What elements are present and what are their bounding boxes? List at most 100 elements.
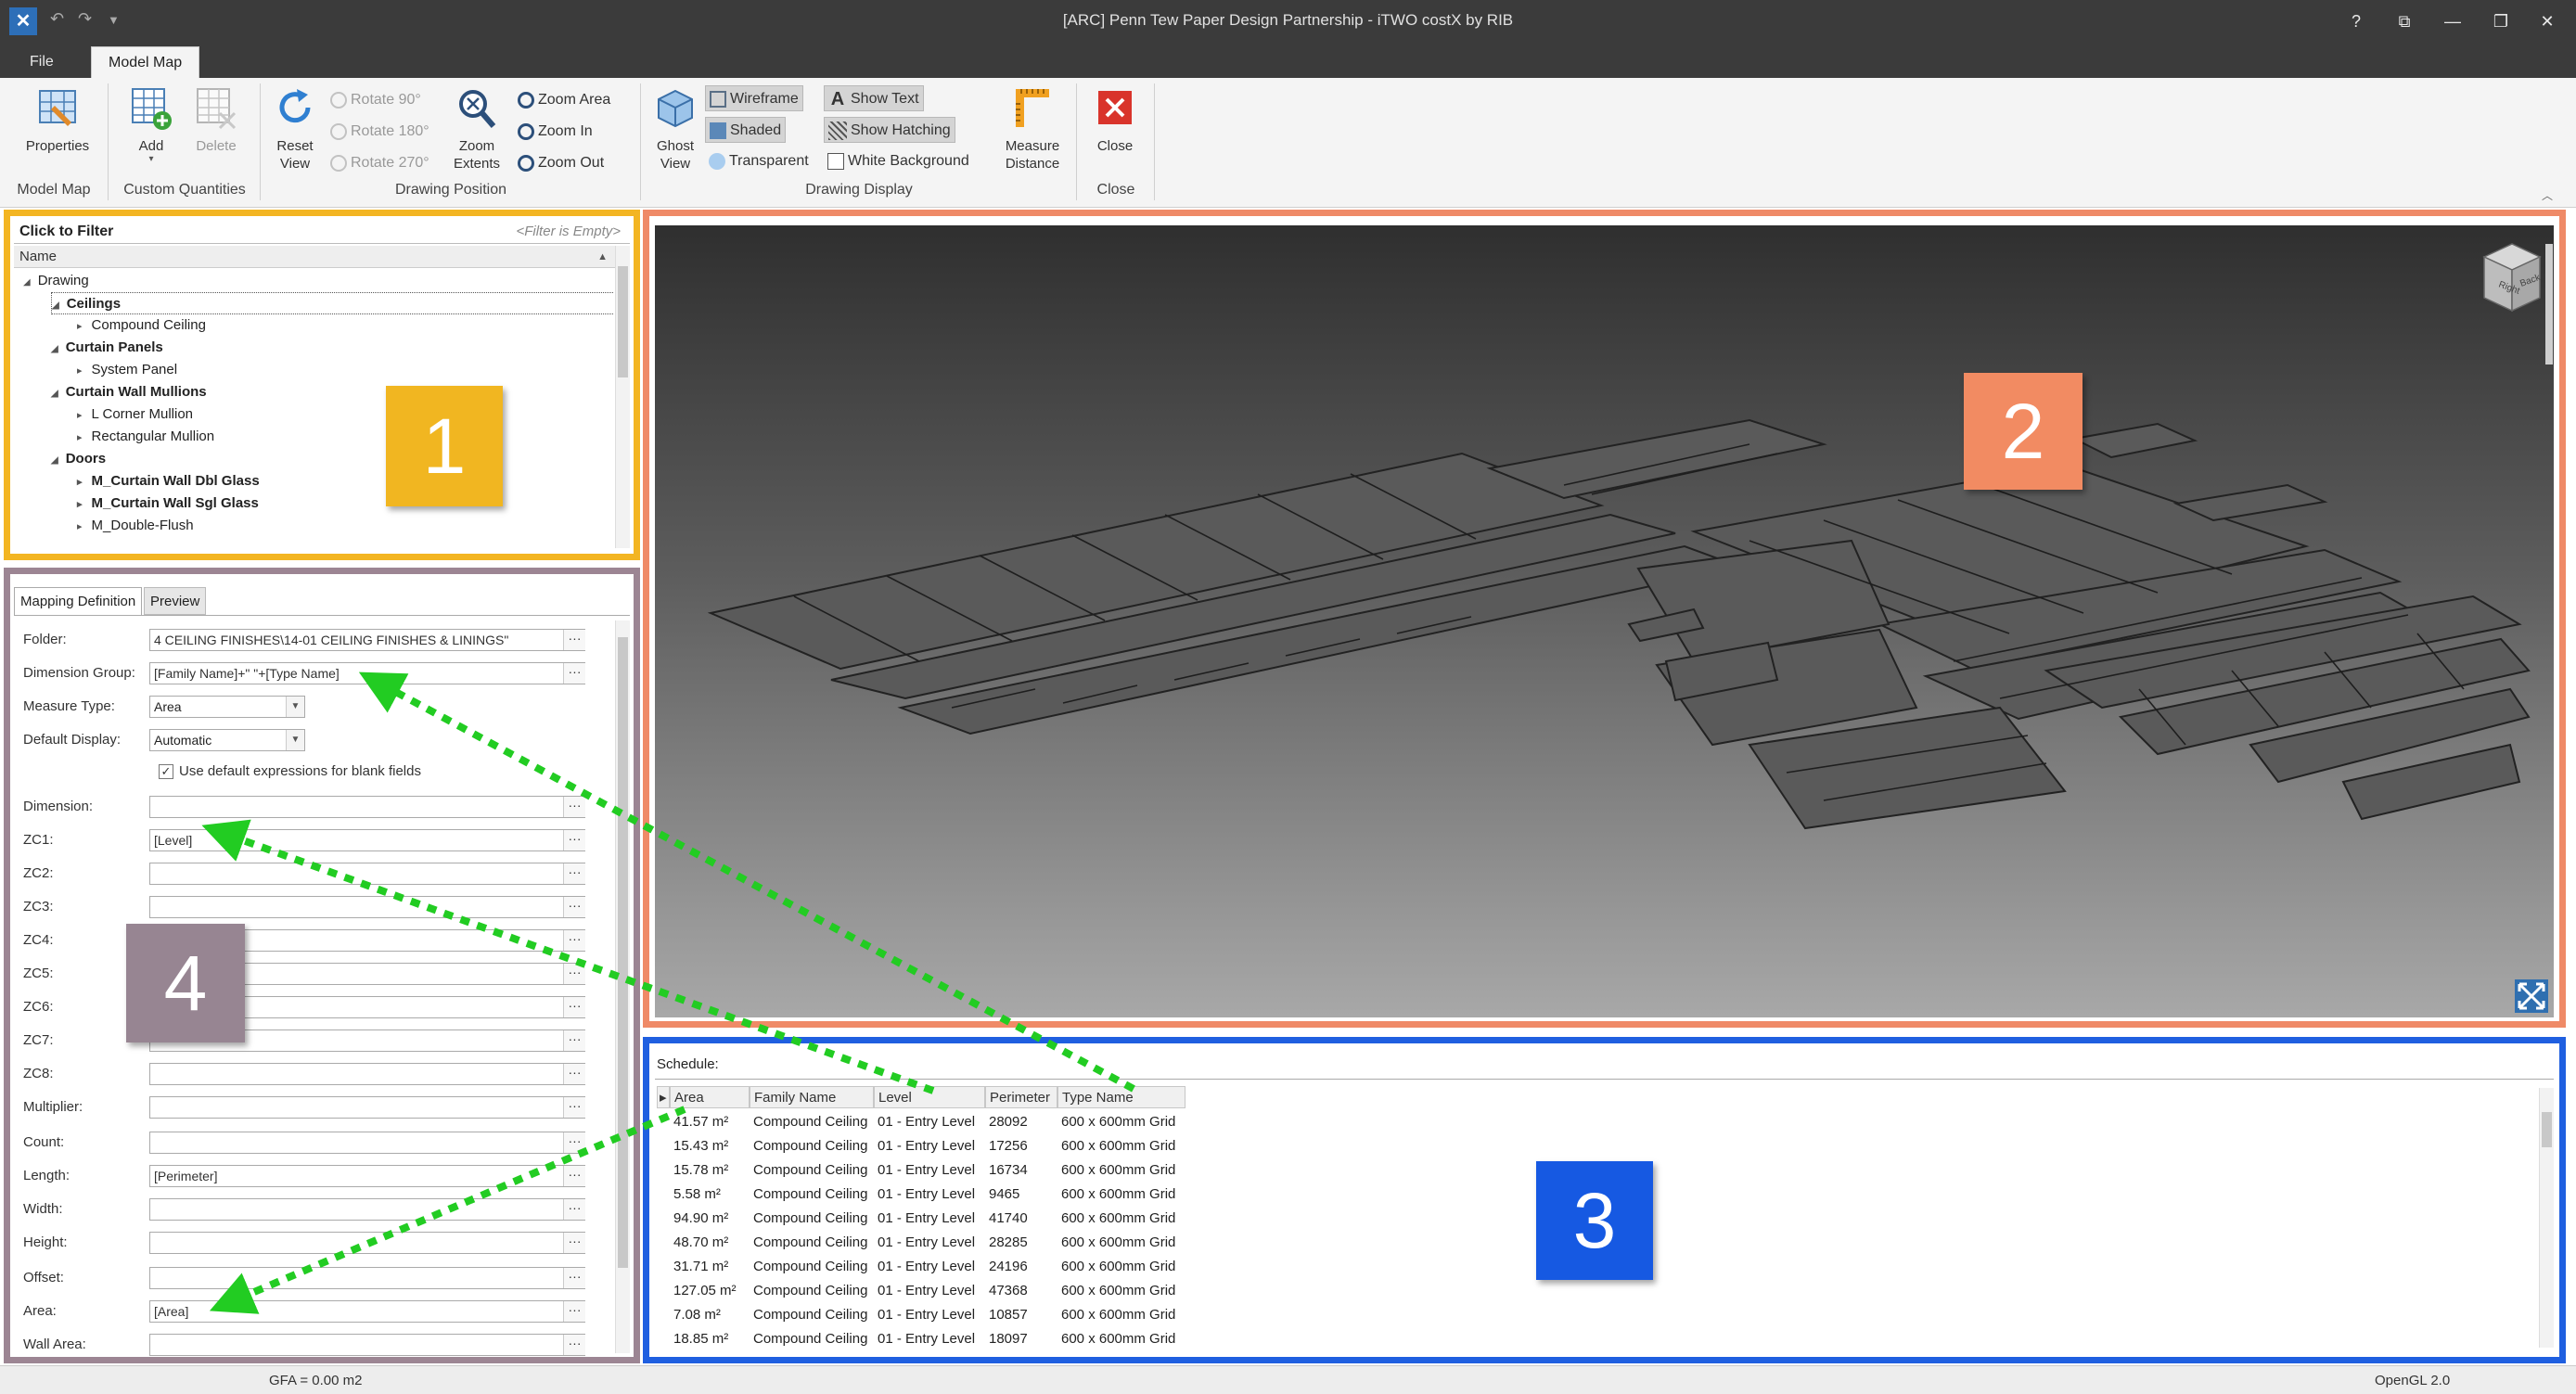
tree-node[interactable]: ▸ Compound Ceiling [77, 314, 206, 337]
length-field[interactable]: [Perimeter] [149, 1165, 585, 1187]
reset-view-button[interactable]: Reset View [265, 85, 325, 173]
table-row[interactable]: 7.08 m² Compound Ceiling 01 - Entry Level 1… [657, 1303, 1185, 1327]
ellipsis-button[interactable]: ··· [563, 863, 585, 884]
tab-model-map[interactable]: Model Map [91, 46, 200, 78]
area-field[interactable]: [Area] [149, 1300, 585, 1323]
tree-node[interactable]: ▸ M_Double-Flush [77, 515, 194, 537]
tree-node[interactable]: ▸ Rectangular Mullion [77, 426, 214, 448]
tree-node[interactable]: ◢ Curtain Wall Mullions [51, 381, 207, 403]
mapping-scrollbar[interactable] [615, 620, 630, 1353]
tab-mapping-definition[interactable]: Mapping Definition [14, 587, 143, 615]
transparent-button[interactable]: Transparent [705, 148, 813, 174]
table-row[interactable]: 127.05 m² Compound Ceiling 01 - Entry Leve… [657, 1279, 1185, 1303]
wireframe-button[interactable]: Wireframe [705, 85, 803, 111]
collapsed-icon[interactable]: ▸ [77, 365, 83, 377]
ellipsis-button[interactable]: ··· [563, 630, 585, 650]
ellipsis-button[interactable]: ··· [563, 1097, 585, 1118]
table-row[interactable]: 15.78 m² Compound Ceiling 01 - Entry Level… [657, 1158, 1185, 1183]
tab-preview[interactable]: Preview [144, 587, 207, 615]
collapsed-icon[interactable]: ▸ [77, 477, 83, 488]
ellipsis-button[interactable]: ··· [563, 964, 585, 984]
table-row[interactable]: 41.57 m² Compound Ceiling 01 - Entry Level… [657, 1110, 1185, 1134]
filter-bar[interactable]: Click to Filter <Filter is Empty> [14, 220, 630, 244]
multiplier-field[interactable] [149, 1096, 585, 1119]
chevron-down-icon[interactable]: ▼ [286, 697, 304, 717]
table-row[interactable]: 15.43 m² Compound Ceiling 01 - Entry Level… [657, 1134, 1185, 1158]
ellipsis-button[interactable]: ··· [563, 1030, 585, 1051]
count-field[interactable] [149, 1132, 585, 1154]
show-text-button[interactable]: A Show Text [824, 85, 924, 111]
height-field[interactable] [149, 1232, 585, 1254]
zoom-extents-button[interactable]: Zoom Extents [443, 85, 510, 173]
scrollbar-thumb[interactable] [618, 266, 628, 377]
tree-node[interactable]: ◢ Curtain Panels [51, 337, 163, 359]
properties-button[interactable]: Properties [13, 85, 102, 155]
tree-node[interactable]: ◢ Drawing [23, 270, 89, 292]
delete-button[interactable]: Delete [182, 85, 250, 155]
zoom-to-fit-icon[interactable] [2514, 978, 2549, 1014]
ellipsis-button[interactable]: ··· [563, 897, 585, 917]
dimension-group-field[interactable]: [Family Name]+" "+[Type Name] [149, 662, 585, 684]
offset-field[interactable] [149, 1267, 585, 1289]
view-cube-icon[interactable]: Right Back [2475, 240, 2549, 316]
ellipsis-button[interactable]: ··· [563, 930, 585, 951]
expanded-icon[interactable]: ◢ [51, 344, 58, 354]
tree-node[interactable]: ▸ M_Curtain Wall Sgl Glass [77, 492, 259, 515]
expanded-icon[interactable]: ◢ [23, 277, 31, 288]
column-header-family-name[interactable]: Family Name [750, 1086, 874, 1108]
zoom-area-button[interactable]: Zoom Area [514, 87, 614, 113]
column-header-area[interactable]: Area [670, 1086, 750, 1108]
model-viewport[interactable] [655, 225, 2554, 1017]
table-row[interactable]: 48.70 m² Compound Ceiling 01 - Entry Level… [657, 1231, 1185, 1255]
chevron-down-icon[interactable]: ▼ [286, 730, 304, 750]
ellipsis-button[interactable]: ··· [563, 1132, 585, 1153]
folder-field[interactable]: 4 CEILING FINISHES\14-01 CEILING FINISHE… [149, 629, 585, 651]
collapsed-icon[interactable]: ▸ [77, 521, 83, 532]
measure-type-select[interactable]: Area ▼ [149, 696, 305, 718]
ellipsis-button[interactable]: ··· [563, 1064, 585, 1084]
zc2-field[interactable] [149, 863, 585, 885]
ellipsis-button[interactable]: ··· [563, 1301, 585, 1322]
collapsed-icon[interactable]: ▸ [77, 410, 83, 421]
zoom-in-button[interactable]: Zoom In [514, 119, 596, 145]
ellipsis-button[interactable]: ··· [563, 1335, 585, 1355]
add-button[interactable]: Add ▾ [117, 85, 186, 164]
column-header-type-name[interactable]: Type Name [1057, 1086, 1185, 1108]
column-header-perimeter[interactable]: Perimeter [985, 1086, 1057, 1108]
close-button[interactable]: Close [1082, 85, 1148, 155]
ellipsis-button[interactable]: ··· [563, 1233, 585, 1253]
column-header-level[interactable]: Level [874, 1086, 985, 1108]
zc8-field[interactable] [149, 1063, 585, 1085]
dimension-field[interactable] [149, 796, 585, 818]
ellipsis-button[interactable]: ··· [563, 663, 585, 684]
ghost-view-button[interactable]: Ghost View [646, 85, 705, 173]
collapsed-icon[interactable]: ▸ [77, 499, 83, 510]
restore-layout-button[interactable]: ⧉ [2386, 7, 2423, 35]
help-button[interactable]: ? [2338, 7, 2375, 35]
tree-node[interactable]: ▸ M_Curtain Wall Dbl Glass [77, 470, 260, 492]
close-window-button[interactable]: ✕ [2529, 7, 2566, 35]
tab-file[interactable]: File [13, 46, 70, 78]
default-display-select[interactable]: Automatic ▼ [149, 729, 305, 751]
scrollbar-thumb[interactable] [618, 637, 628, 1268]
zc1-field[interactable]: [Level] [149, 829, 585, 851]
maximize-button[interactable]: ❐ [2482, 7, 2519, 35]
width-field[interactable] [149, 1198, 585, 1221]
default-expressions-checkbox[interactable]: ✓ Use default expressions for blank field… [159, 763, 421, 780]
ellipsis-button[interactable]: ··· [563, 1199, 585, 1220]
table-row[interactable]: 18.85 m² Compound Ceiling 01 - Entry Level… [657, 1327, 1185, 1351]
tree-node[interactable]: ◢ Ceilings [51, 292, 613, 314]
scrollbar-thumb[interactable] [2542, 1112, 2552, 1147]
table-row[interactable]: 5.58 m² Compound Ceiling 01 - Entry Level 9… [657, 1183, 1185, 1207]
table-row[interactable]: 31.71 m² Compound Ceiling 01 - Entry Level… [657, 1255, 1185, 1279]
rotate-90-button[interactable]: Rotate 90° [327, 87, 425, 113]
add-dropdown-icon[interactable]: ▾ [117, 155, 186, 164]
ellipsis-button[interactable]: ··· [563, 797, 585, 817]
ellipsis-button[interactable]: ··· [563, 1166, 585, 1186]
expanded-icon[interactable]: ◢ [51, 455, 58, 466]
wall-area-field[interactable] [149, 1334, 585, 1356]
show-hatching-button[interactable]: Show Hatching [824, 117, 955, 143]
expanded-icon[interactable]: ◢ [52, 301, 59, 311]
tree-node[interactable]: ▸ System Panel [77, 359, 177, 381]
tree-column-header-name[interactable]: Name ▲ [14, 246, 615, 268]
